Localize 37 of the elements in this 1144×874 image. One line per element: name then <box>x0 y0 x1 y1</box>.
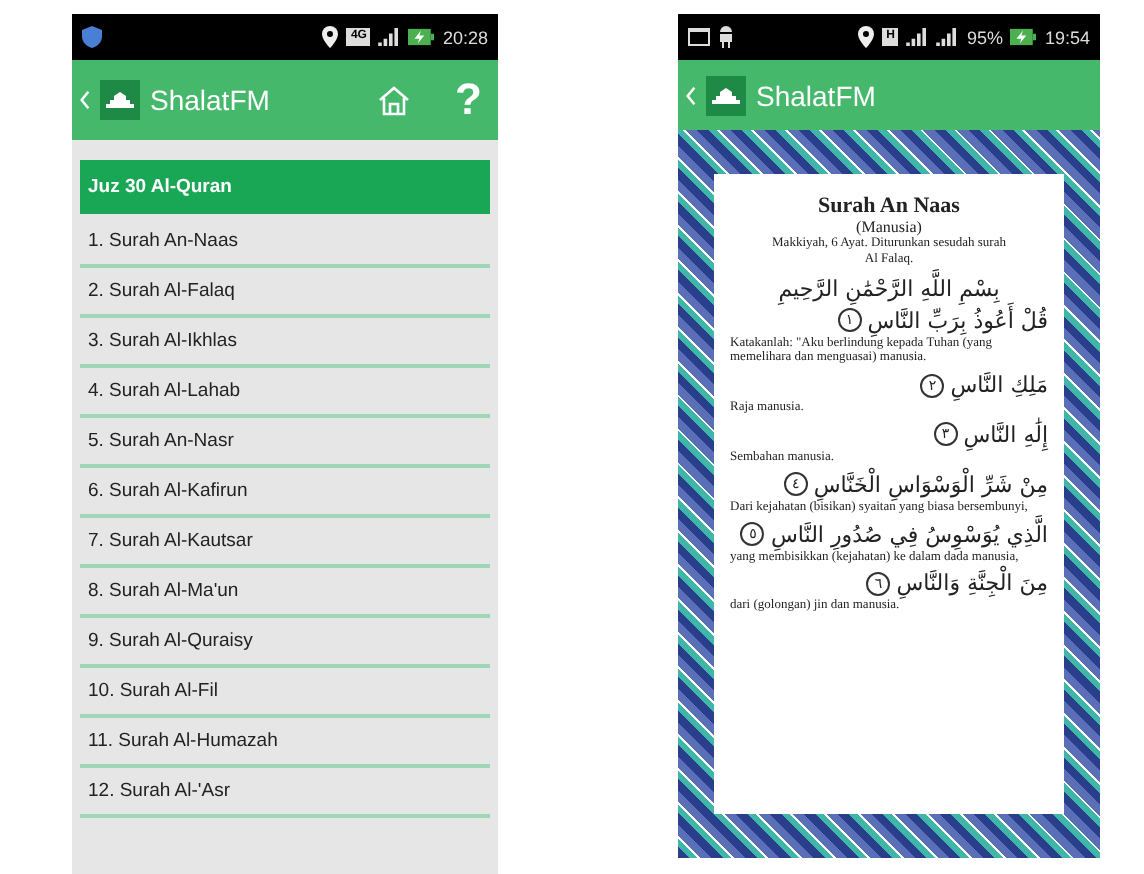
list-header: Juz 30 Al-Quran <box>80 160 490 214</box>
battery-percent: 95% <box>966 27 1003 47</box>
location-pin-icon <box>322 26 339 48</box>
surah-list-item[interactable]: 10. Surah Al-Fil <box>80 668 490 718</box>
clock-time: 20:28 <box>442 27 488 47</box>
surah-list-item[interactable]: 7. Surah Al-Kautsar <box>80 518 490 568</box>
app-title: ShalatFM <box>756 79 876 111</box>
arabic-verse: إِلَٰهِ النَّاسِ <box>963 421 1048 448</box>
signal-icon <box>936 28 959 46</box>
clock-time: 19:54 <box>1044 27 1090 47</box>
battery-charging-icon <box>1010 28 1037 46</box>
surah-list-item[interactable]: 4. Surah Al-Lahab <box>80 368 490 418</box>
surah-list-item[interactable]: 1. Surah An-Naas <box>80 218 490 268</box>
signal-icon <box>906 28 929 46</box>
app-title: ShalatFM <box>150 84 270 116</box>
arabic-verse: مَلِكِ النَّاسِ <box>950 372 1048 399</box>
surah-list-item[interactable]: 8. Surah Al-Ma'un <box>80 568 490 618</box>
image-icon <box>688 26 710 48</box>
surah-list-item[interactable]: 6. Surah Al-Kafirun <box>80 468 490 518</box>
arabic-verse: قُلْ أَعُوذُ بِرَبِّ النَّاسِ <box>867 307 1048 334</box>
arabic-verse: مِنْ شَرِّ الْوَسْوَاسِ الْخَنَّاسِ <box>813 471 1048 498</box>
surah-title: Surah An Naas <box>816 194 962 218</box>
surah-list-item[interactable]: 12. Surah Al-'Asr <box>80 768 490 818</box>
shield-icon <box>82 26 102 48</box>
back-icon[interactable] <box>686 85 696 105</box>
surah-meaning: (Manusia) <box>854 218 924 236</box>
surah-list-item[interactable]: 9. Surah Al-Quraisy <box>80 618 490 668</box>
back-icon[interactable] <box>80 90 90 110</box>
surah-list-item[interactable]: 5. Surah An-Nasr <box>80 418 490 468</box>
surah-list-item[interactable]: 11. Surah Al-Humazah <box>80 718 490 768</box>
surah-list-item[interactable]: 2. Surah Al-Falaq <box>80 268 490 318</box>
location-pin-icon <box>858 26 875 48</box>
battery-charging-icon <box>408 28 435 46</box>
surah-list-item[interactable]: 3. Surah Al-Ikhlas <box>80 318 490 368</box>
home-icon[interactable] <box>377 84 410 116</box>
arabic-verse: مِنَ الْجِنَّةِ وَالنَّاسِ <box>896 570 1048 597</box>
signal-icon <box>378 28 401 46</box>
